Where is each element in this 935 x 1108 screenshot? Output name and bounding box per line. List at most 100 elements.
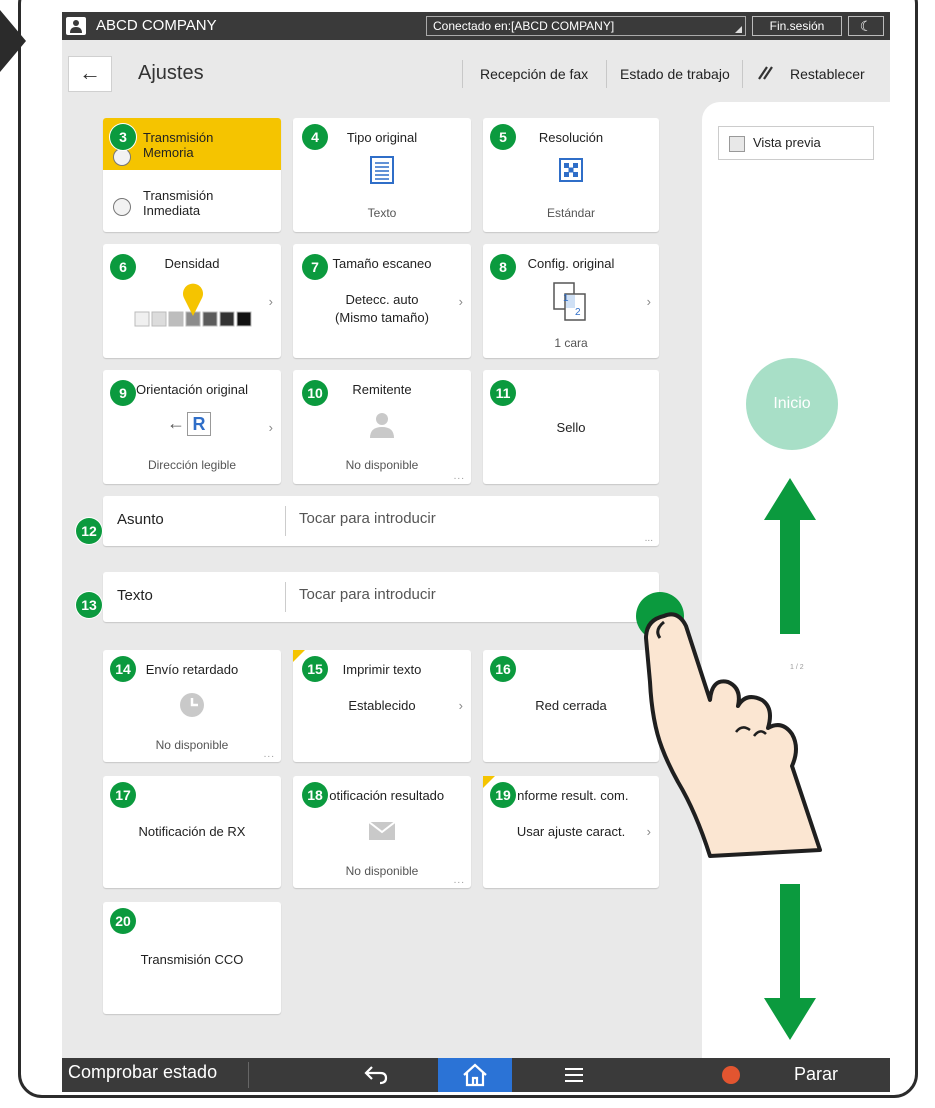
tile-value-line2: (Mismo tamaño) (335, 310, 429, 325)
moon-icon[interactable]: ☾ (848, 16, 884, 36)
set-indicator (293, 650, 305, 662)
user-icon[interactable] (66, 17, 86, 35)
divider (462, 60, 463, 88)
callout-badge-15: 15 (302, 656, 328, 682)
callout-badge-13: 13 (76, 592, 102, 618)
home-icon (463, 1063, 487, 1087)
immediate-transmission-option[interactable]: Transmisión Inmediata (103, 174, 281, 232)
one-sided-icon: 1 2 (553, 282, 586, 321)
page-two-number: 2 (575, 307, 581, 318)
company-name: ABCD COMPANY (96, 17, 217, 34)
stop-button[interactable]: Parar (794, 1064, 838, 1085)
check-status-button[interactable]: Comprobar estado (68, 1062, 217, 1083)
home-button[interactable] (438, 1058, 512, 1092)
connection-label: Conectado en:[ABCD COMPANY] (433, 19, 615, 33)
subject-label: Asunto (117, 511, 164, 528)
checkbox-icon (729, 136, 745, 152)
density-slider[interactable] (131, 282, 255, 332)
immediate-label-line1: Transmisión (143, 188, 214, 203)
callout-badge-14: 14 (110, 656, 136, 682)
stop-icon[interactable] (722, 1066, 740, 1084)
reset-label: Restablecer (790, 66, 865, 82)
divider (285, 506, 286, 536)
memory-label-line2: Memoria (143, 145, 194, 160)
callout-badge-18: 18 (302, 782, 328, 808)
back-arrow-icon: ← (79, 60, 101, 85)
density-level-cell (236, 311, 252, 327)
back-button[interactable]: ← (68, 56, 112, 92)
callout-badge-4: 4 (302, 124, 328, 150)
tile-value: Estándar (546, 206, 596, 220)
tile-title: Notificación de RX (138, 824, 246, 839)
callout-badge-5: 5 (490, 124, 516, 150)
callout-badge-9: 9 (110, 380, 136, 406)
callout-badge-20: 20 (110, 908, 136, 934)
resolution-icon (559, 158, 583, 182)
more-icon: ... (453, 875, 465, 886)
bottom-bar: Comprobar estado Parar (62, 1058, 890, 1092)
job-status-link[interactable]: Estado de trabajo (620, 66, 730, 82)
tile-value: No disponible (345, 458, 419, 472)
divider (742, 60, 743, 88)
tile-value: 1 cara (554, 336, 588, 350)
orientation-icon: ← R (167, 412, 215, 438)
tile-value: Dirección legible (147, 458, 237, 472)
callout-badge-17: 17 (110, 782, 136, 808)
text-document-icon (370, 156, 394, 184)
header: ← Ajustes Recepción de fax Estado de tra… (62, 40, 890, 102)
callout-badge-7: 7 (302, 254, 328, 280)
subject-field[interactable]: Asunto Tocar para introducir ... (103, 496, 659, 546)
orientation-letter: R (187, 412, 211, 436)
density-level-cell (168, 311, 184, 327)
immediate-label-line2: Inmediata (143, 203, 201, 218)
tile-value: No disponible (345, 864, 419, 878)
tile-value-line1: Detecc. auto (345, 292, 419, 307)
subject-placeholder: Tocar para introducir (299, 510, 436, 527)
callout-badge-11: 11 (490, 380, 516, 406)
divider (606, 60, 607, 88)
callout-badge-3: 3 (110, 124, 136, 150)
density-marker-icon[interactable] (183, 283, 203, 316)
page-title: Ajustes (138, 62, 204, 84)
radio-icon (113, 198, 131, 216)
menu-icon[interactable] (564, 1067, 584, 1083)
chevron-right-icon: › (268, 420, 273, 435)
tile-value: No disponible (155, 738, 229, 752)
top-bar: ABCD COMPANY Conectado en:[ABCD COMPANY]… (62, 12, 890, 40)
more-icon: ... (644, 533, 653, 544)
callout-badge-19: 19 (490, 782, 516, 808)
more-icon: ... (453, 471, 465, 482)
callout-badge-8: 8 (490, 254, 516, 280)
memory-label-line1: Transmisión (143, 130, 214, 145)
hand-pointer-icon (636, 592, 822, 858)
clock-icon (180, 693, 204, 717)
text-label: Texto (117, 587, 153, 604)
page-one-number: 1 (563, 293, 569, 304)
fax-reception-link[interactable]: Recepción de fax (480, 66, 588, 82)
chevron-right-icon: › (268, 294, 273, 309)
tile-title: Transmisión CCO (140, 952, 244, 967)
text-placeholder: Tocar para introducir (299, 586, 436, 603)
back-nav-icon[interactable] (364, 1065, 390, 1085)
divider (248, 1062, 249, 1088)
divider (285, 582, 286, 612)
scroll-down-arrow (764, 884, 816, 1040)
density-level-cell (134, 311, 150, 327)
tile-title: Sello (556, 420, 586, 435)
tile-value: Texto (367, 206, 397, 220)
logout-button[interactable]: Fin.sesión (752, 16, 842, 36)
density-level-cell (202, 311, 218, 327)
preview-label: Vista previa (753, 135, 821, 150)
connection-status: Conectado en:[ABCD COMPANY] (426, 16, 746, 36)
radio-icon (113, 148, 131, 166)
person-icon (370, 413, 394, 438)
density-level-cell (151, 311, 167, 327)
density-level-cell (219, 311, 235, 327)
start-button[interactable]: Inicio (746, 358, 838, 450)
callout-badge-10: 10 (302, 380, 328, 406)
callout-badge-16: 16 (490, 656, 516, 682)
tile-value: Establecido (348, 698, 416, 713)
envelope-icon (369, 822, 395, 840)
preview-checkbox[interactable]: Vista previa (718, 126, 874, 160)
chevron-right-icon: › (458, 698, 463, 713)
